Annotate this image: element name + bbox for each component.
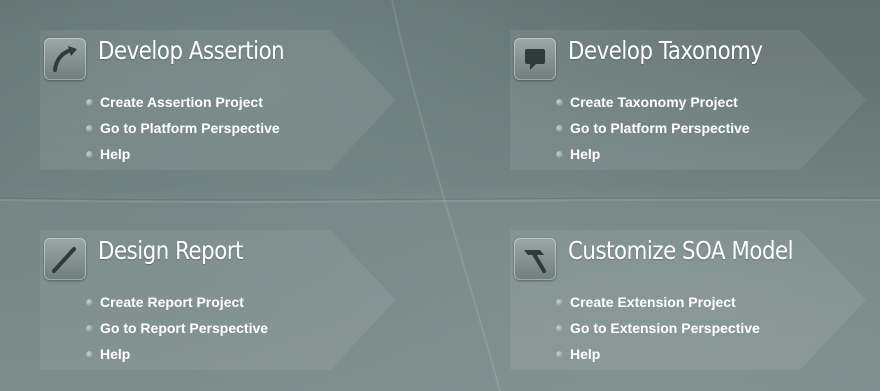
list-item: Help <box>556 141 750 167</box>
welcome-panel: Develop Assertion Create Assertion Proje… <box>0 0 880 391</box>
bullet-icon <box>556 150 563 158</box>
section-develop-assertion: Develop Assertion Create Assertion Proje… <box>0 0 420 190</box>
go-to-extension-perspective-link[interactable]: Go to Extension Perspective <box>570 320 760 336</box>
section-customize-soa-model: Customize SOA Model Create Extension Pro… <box>470 200 880 390</box>
section-title: Customize SOA Model <box>568 236 794 265</box>
list-item: Create Assertion Project <box>86 89 280 115</box>
list-item: Go to Report Perspective <box>86 315 268 341</box>
list-item: Help <box>556 341 760 367</box>
link-list: Create Taxonomy Project Go to Platform P… <box>556 89 750 167</box>
help-link[interactable]: Help <box>570 146 600 162</box>
help-link[interactable]: Help <box>100 146 130 162</box>
bullet-icon <box>86 298 93 306</box>
list-item: Create Extension Project <box>556 289 760 315</box>
section-develop-taxonomy: Develop Taxonomy Create Taxonomy Project… <box>470 0 880 190</box>
hammer-icon <box>514 238 556 280</box>
list-item: Create Report Project <box>86 289 268 315</box>
section-design-report: Design Report Create Report Project Go t… <box>0 200 420 390</box>
bullet-icon <box>86 98 93 106</box>
create-report-project-link[interactable]: Create Report Project <box>100 294 244 310</box>
section-title: Design Report <box>98 236 244 265</box>
link-list: Create Report Project Go to Report Persp… <box>86 289 268 367</box>
help-link[interactable]: Help <box>570 346 600 362</box>
bullet-icon <box>556 298 563 306</box>
assertion-arrow-icon <box>44 38 86 80</box>
create-assertion-project-link[interactable]: Create Assertion Project <box>100 94 263 110</box>
list-item: Create Taxonomy Project <box>556 89 750 115</box>
go-to-platform-perspective-link[interactable]: Go to Platform Perspective <box>100 120 280 136</box>
bullet-icon <box>556 124 563 132</box>
go-to-platform-perspective-link[interactable]: Go to Platform Perspective <box>570 120 750 136</box>
bullet-icon <box>556 350 563 358</box>
link-list: Create Extension Project Go to Extension… <box>556 289 760 367</box>
bullet-icon <box>86 324 93 332</box>
bullet-icon <box>86 124 93 132</box>
list-item: Go to Platform Perspective <box>86 115 280 141</box>
list-item: Go to Platform Perspective <box>556 115 750 141</box>
link-list: Create Assertion Project Go to Platform … <box>86 89 280 167</box>
go-to-report-perspective-link[interactable]: Go to Report Perspective <box>100 320 268 336</box>
section-title: Develop Assertion <box>98 36 285 65</box>
bullet-icon <box>556 98 563 106</box>
bullet-icon <box>86 350 93 358</box>
taxonomy-speech-bubble-icon <box>514 38 556 80</box>
list-item: Help <box>86 141 280 167</box>
report-pen-icon <box>44 238 86 280</box>
create-taxonomy-project-link[interactable]: Create Taxonomy Project <box>570 94 738 110</box>
list-item: Help <box>86 341 268 367</box>
section-title: Develop Taxonomy <box>568 36 763 65</box>
help-link[interactable]: Help <box>100 346 130 362</box>
bullet-icon <box>86 150 93 158</box>
bullet-icon <box>556 324 563 332</box>
list-item: Go to Extension Perspective <box>556 315 760 341</box>
create-extension-project-link[interactable]: Create Extension Project <box>570 294 736 310</box>
